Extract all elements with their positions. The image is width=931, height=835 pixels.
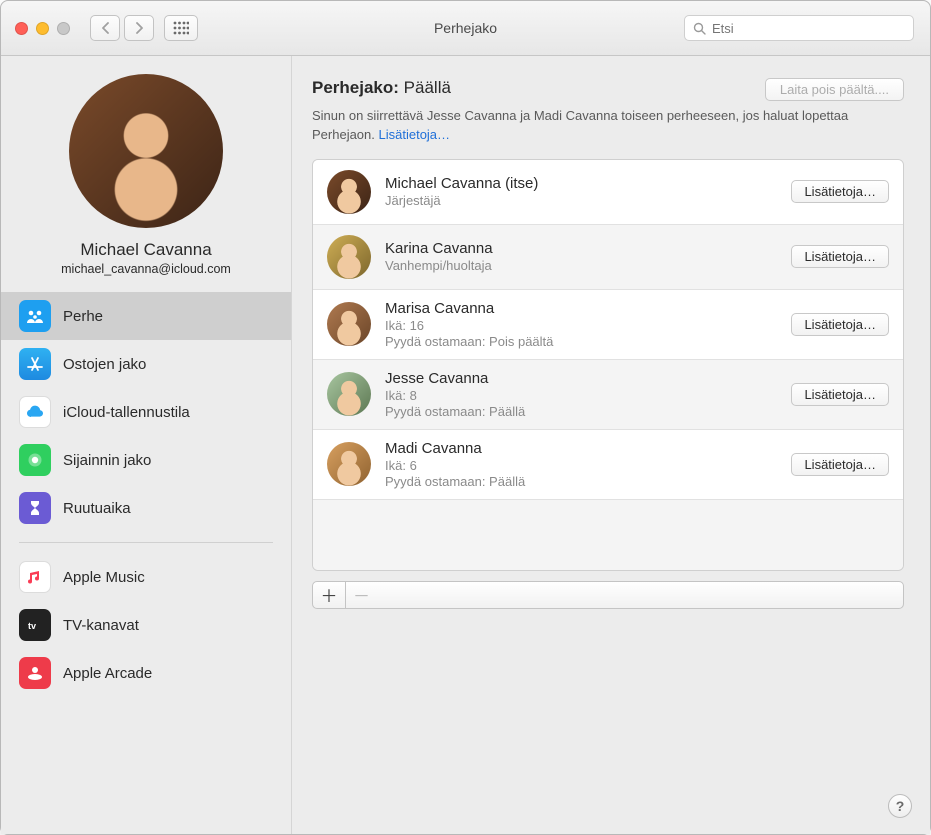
family-sharing-heading: Perhejako: Päällä [312, 78, 451, 98]
sidebar-item-screentime[interactable]: Ruutuaika [1, 484, 291, 532]
turn-off-button[interactable]: Laita pois päältä.... [765, 78, 904, 101]
member-avatar [327, 235, 371, 279]
member-name: Jesse Cavanna [385, 370, 777, 387]
minimize-window-button[interactable] [36, 22, 49, 35]
help-button[interactable]: ? [888, 794, 912, 818]
back-button[interactable] [90, 15, 120, 41]
grid-icon [173, 21, 189, 35]
sidebar-section-2: Apple Music tv TV-kanavat Apple Arcade [1, 553, 291, 697]
member-avatar [327, 302, 371, 346]
sidebar-item-label: Ruutuaika [63, 500, 131, 517]
learn-more-link[interactable]: Lisätietoja… [379, 127, 451, 142]
member-ask-to-buy: Pyydä ostamaan: Päällä [385, 404, 777, 419]
sidebar-item-family[interactable]: Perhe [1, 292, 291, 340]
family-member-row[interactable]: Madi Cavanna Ikä: 6 Pyydä ostamaan: Pääl… [313, 430, 903, 500]
member-age: Ikä: 16 [385, 318, 777, 333]
nav-buttons [90, 15, 198, 41]
sidebar-item-location-sharing[interactable]: Sijainnin jako [1, 436, 291, 484]
member-info: Madi Cavanna Ikä: 6 Pyydä ostamaan: Pääl… [385, 440, 777, 489]
member-age: Ikä: 8 [385, 388, 777, 403]
user-name: Michael Cavanna [1, 240, 291, 260]
member-ask-to-buy: Pyydä ostamaan: Pois päältä [385, 334, 777, 349]
music-icon [19, 561, 51, 593]
appstore-icon [19, 348, 51, 380]
location-icon [19, 444, 51, 476]
family-members-list: Michael Cavanna (itse) Järjestäjä Lisäti… [312, 159, 904, 571]
family-member-row[interactable]: Jesse Cavanna Ikä: 8 Pyydä ostamaan: Pää… [313, 360, 903, 430]
member-age: Ikä: 6 [385, 458, 777, 473]
search-field[interactable] [684, 15, 914, 41]
family-member-row[interactable]: Michael Cavanna (itse) Järjestäjä Lisäti… [313, 160, 903, 225]
remove-member-button[interactable]: － [345, 582, 377, 608]
window-body: Michael Cavanna michael_cavanna@icloud.c… [1, 56, 930, 834]
member-role: Vanhempi/huoltaja [385, 258, 777, 273]
sidebar-section-1: Perhe Ostojen jako iCloud-tallennustila [1, 292, 291, 532]
close-window-button[interactable] [15, 22, 28, 35]
sidebar-divider [19, 542, 273, 543]
info-text: Sinun on siirrettävä Jesse Cavanna ja Ma… [312, 107, 872, 145]
user-email: michael_cavanna@icloud.com [1, 262, 291, 276]
heading-prefix: Perhejako: [312, 78, 399, 97]
arcade-icon [19, 657, 51, 689]
member-details-button[interactable]: Lisätietoja… [791, 245, 889, 268]
add-member-button[interactable]: ＋ [313, 582, 345, 608]
icloud-icon [19, 396, 51, 428]
sidebar-item-label: Sijainnin jako [63, 452, 151, 469]
family-member-row[interactable]: Marisa Cavanna Ikä: 16 Pyydä ostamaan: P… [313, 290, 903, 360]
heading-row: Perhejako: Päällä Laita pois päältä.... [312, 78, 904, 101]
sidebar-item-apple-arcade[interactable]: Apple Arcade [1, 649, 291, 697]
member-info: Michael Cavanna (itse) Järjestäjä [385, 175, 777, 208]
member-ask-to-buy: Pyydä ostamaan: Päällä [385, 474, 777, 489]
titlebar: Perhejako [1, 1, 930, 56]
add-remove-controls: ＋ － [312, 581, 904, 609]
sidebar-item-icloud-storage[interactable]: iCloud-tallennustila [1, 388, 291, 436]
sidebar-item-apple-music[interactable]: Apple Music [1, 553, 291, 601]
sidebar-item-label: Apple Arcade [63, 665, 152, 682]
sidebar: Michael Cavanna michael_cavanna@icloud.c… [1, 56, 292, 834]
member-info: Jesse Cavanna Ikä: 8 Pyydä ostamaan: Pää… [385, 370, 777, 419]
sidebar-item-label: Perhe [63, 308, 103, 325]
member-details-button[interactable]: Lisätietoja… [791, 453, 889, 476]
member-info: Marisa Cavanna Ikä: 16 Pyydä ostamaan: P… [385, 300, 777, 349]
user-avatar[interactable] [69, 74, 223, 228]
forward-button[interactable] [124, 15, 154, 41]
heading-status: Päällä [404, 78, 451, 97]
member-details-button[interactable]: Lisätietoja… [791, 180, 889, 203]
sidebar-item-label: iCloud-tallennustila [63, 404, 190, 421]
sidebar-item-label: TV-kanavat [63, 617, 139, 634]
hourglass-icon [19, 492, 51, 524]
list-spacer [313, 500, 903, 570]
chevron-left-icon [101, 22, 110, 34]
main-panel: Perhejako: Päällä Laita pois päältä.... … [292, 56, 930, 834]
member-details-button[interactable]: Lisätietoja… [791, 313, 889, 336]
member-details-button[interactable]: Lisätietoja… [791, 383, 889, 406]
preferences-window: Perhejako Michael Cavanna michael_cavann… [0, 0, 931, 835]
svg-text:tv: tv [28, 621, 36, 631]
window-controls [1, 22, 70, 35]
member-name: Karina Cavanna [385, 240, 777, 257]
member-name: Marisa Cavanna [385, 300, 777, 317]
sidebar-item-label: Ostojen jako [63, 356, 146, 373]
member-avatar [327, 372, 371, 416]
member-role: Järjestäjä [385, 193, 777, 208]
sidebar-item-label: Apple Music [63, 569, 145, 586]
family-member-row[interactable]: Karina Cavanna Vanhempi/huoltaja Lisätie… [313, 225, 903, 290]
search-icon [693, 22, 706, 35]
sidebar-item-tv-channels[interactable]: tv TV-kanavat [1, 601, 291, 649]
search-input[interactable] [712, 21, 905, 36]
tv-icon: tv [19, 609, 51, 641]
member-name: Michael Cavanna (itse) [385, 175, 777, 192]
zoom-window-button[interactable] [57, 22, 70, 35]
member-avatar [327, 442, 371, 486]
family-icon [19, 300, 51, 332]
member-info: Karina Cavanna Vanhempi/huoltaja [385, 240, 777, 273]
chevron-right-icon [135, 22, 144, 34]
sidebar-item-purchase-sharing[interactable]: Ostojen jako [1, 340, 291, 388]
member-avatar [327, 170, 371, 214]
member-name: Madi Cavanna [385, 440, 777, 457]
show-all-button[interactable] [164, 15, 198, 41]
